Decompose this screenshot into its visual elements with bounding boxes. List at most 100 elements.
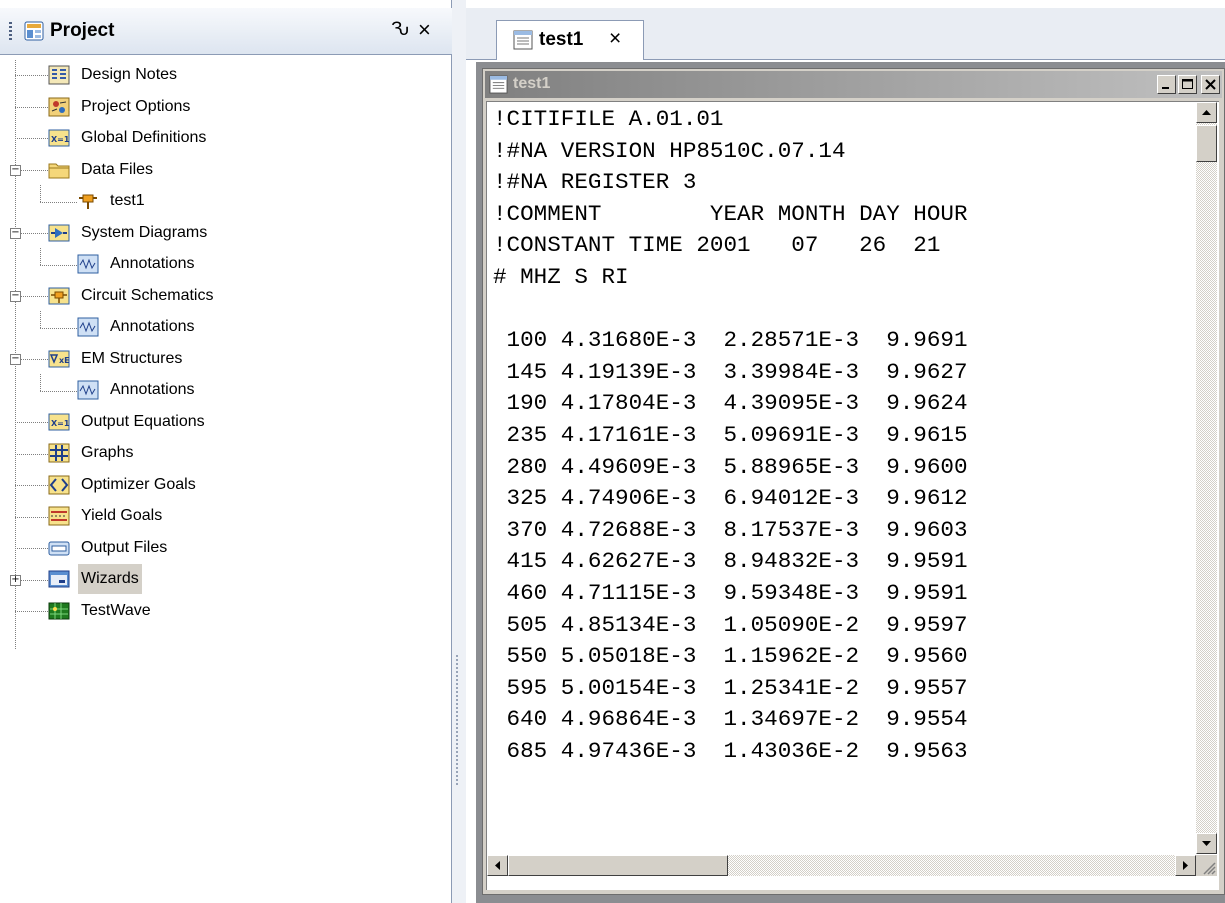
text-file-icon xyxy=(513,30,533,50)
svg-text:xE: xE xyxy=(59,356,70,365)
tree-item-label: TestWave xyxy=(81,602,151,619)
vertical-scrollbar[interactable] xyxy=(1196,102,1217,854)
text-line: !CONSTANT TIME 2001 07 26 21 xyxy=(493,232,941,259)
text-line: 505 4.85134E-3 1.05090E-2 9.9597 xyxy=(493,611,968,638)
tree-item-test1[interactable]: test1 xyxy=(77,186,148,216)
testwave-icon xyxy=(48,602,70,620)
text-line: 145 4.19139E-3 3.39984E-3 9.9627 xyxy=(493,358,968,385)
vertical-scroll-thumb[interactable] xyxy=(1196,125,1217,162)
text-line: !#NA REGISTER 3 xyxy=(493,169,697,196)
text-line: 640 4.96864E-3 1.34697E-2 9.9554 xyxy=(493,706,968,733)
project-tree: − − − − + Design Notes Project Options X… xyxy=(0,60,450,903)
circuit-schematic-icon xyxy=(48,287,70,305)
scroll-right-button[interactable] xyxy=(1175,855,1196,876)
document-window: test1 !CITIFILE A.01.01 !#NA VERSION HP85… xyxy=(482,68,1225,895)
tree-item-wizards[interactable]: Wizards xyxy=(48,564,142,594)
text-line: 415 4.62627E-3 8.94832E-3 9.9591 xyxy=(493,548,968,575)
horizontal-scrollbar[interactable] xyxy=(487,855,1196,876)
minimize-icon xyxy=(1162,87,1169,89)
document-tab-strip: test1 × xyxy=(466,8,1225,60)
text-line: !COMMENT YEAR MONTH DAY HOUR xyxy=(493,200,968,227)
wizards-icon xyxy=(48,570,70,588)
text-line: 460 4.71115E-3 9.59348E-3 9.9591 xyxy=(493,580,968,606)
tree-item-label: Output Files xyxy=(81,539,168,556)
tree-item-annotations-1[interactable]: Annotations xyxy=(77,249,198,279)
tree-item-label: Global Definitions xyxy=(81,129,207,146)
text-line: 280 4.49609E-3 5.88965E-3 9.9600 xyxy=(493,453,968,480)
pin-icon[interactable]: Ԅ xyxy=(391,19,409,41)
close-window-button[interactable] xyxy=(1201,75,1220,94)
tree-item-label: Wizards xyxy=(78,564,142,594)
tree-item-label: Output Equations xyxy=(81,413,205,430)
close-pane-icon[interactable]: × xyxy=(418,17,431,43)
global-definitions-icon: X=1 xyxy=(48,129,70,147)
scroll-up-button[interactable] xyxy=(1196,102,1217,123)
tree-item-global-definitions[interactable]: X=1 Global Definitions xyxy=(48,123,209,153)
scroll-down-button[interactable] xyxy=(1196,833,1217,854)
collapse-system-diagrams-button[interactable]: − xyxy=(10,228,21,239)
tree-item-label: Annotations xyxy=(110,381,195,398)
tree-item-project-options[interactable]: Project Options xyxy=(48,92,193,122)
maximize-button[interactable] xyxy=(1178,75,1197,94)
collapse-data-files-button[interactable]: − xyxy=(10,165,21,176)
text-line: 595 5.00154E-3 1.25341E-2 9.9557 xyxy=(493,674,968,701)
tree-item-label: Circuit Schematics xyxy=(81,287,214,304)
text-line: 370 4.72688E-3 8.17537E-3 9.9603 xyxy=(493,516,968,543)
annotations-icon xyxy=(77,254,99,274)
tree-item-design-notes[interactable]: Design Notes xyxy=(48,60,180,90)
tree-item-label: Data Files xyxy=(81,161,154,178)
system-diagram-icon xyxy=(48,224,70,242)
close-tab-icon[interactable]: × xyxy=(609,27,621,51)
tree-item-optimizer-goals[interactable]: Optimizer Goals xyxy=(48,470,199,500)
text-line: 550 5.05018E-3 1.15962E-2 9.9560 xyxy=(493,643,968,670)
text-line: 685 4.97436E-3 1.43036E-2 9.9563 xyxy=(493,738,968,764)
project-pane-title: Project xyxy=(50,20,115,41)
resize-grip[interactable] xyxy=(1196,855,1217,876)
tree-item-circuit-schematics[interactable]: Circuit Schematics xyxy=(48,281,216,311)
text-line: # MHZ S RI xyxy=(493,264,629,290)
annotations-icon xyxy=(77,380,99,400)
collapse-em-structures-button[interactable]: − xyxy=(10,354,21,365)
tree-item-annotations-3[interactable]: Annotations xyxy=(77,375,198,405)
tree-item-label: Annotations xyxy=(110,318,195,335)
tab-test1[interactable]: test1 × xyxy=(496,20,644,60)
window-title-bar[interactable]: test1 xyxy=(485,71,1222,98)
tab-label: test1 xyxy=(539,29,584,50)
minimize-button[interactable] xyxy=(1157,75,1176,94)
project-pane: Project Ԅ × − − − − + Design Notes Proje… xyxy=(0,0,452,903)
project-options-icon xyxy=(48,97,70,117)
arrow-down-icon xyxy=(1202,841,1211,846)
tree-item-yield-goals[interactable]: Yield Goals xyxy=(48,501,165,531)
text-line: !CITIFILE A.01.01 xyxy=(493,106,724,132)
pane-grip-handle[interactable] xyxy=(9,22,12,42)
splitter-grip xyxy=(456,655,458,785)
output-equations-icon: X=1 xyxy=(48,413,70,431)
output-files-icon xyxy=(48,541,70,556)
tree-item-label: EM Structures xyxy=(81,350,183,367)
annotations-icon xyxy=(77,317,99,337)
optimizer-goals-icon xyxy=(48,475,70,495)
collapse-circuit-schematics-button[interactable]: − xyxy=(10,291,21,302)
tree-item-testwave[interactable]: TestWave xyxy=(48,596,154,626)
arrow-left-icon xyxy=(495,861,500,870)
data-file-icon xyxy=(79,194,97,209)
horizontal-scroll-thumb[interactable] xyxy=(508,855,728,876)
tree-item-output-files[interactable]: Output Files xyxy=(48,533,170,563)
tree-item-graphs[interactable]: Graphs xyxy=(48,438,136,468)
text-line: !#NA VERSION HP8510C.07.14 xyxy=(493,137,846,164)
text-editor[interactable]: !CITIFILE A.01.01 !#NA VERSION HP8510C.07… xyxy=(486,101,1219,890)
pane-splitter[interactable] xyxy=(452,0,466,903)
maximize-icon xyxy=(1182,79,1193,89)
tree-item-label: Optimizer Goals xyxy=(81,476,196,493)
text-file-icon xyxy=(489,75,508,94)
tree-item-label: Graphs xyxy=(81,444,134,461)
expand-wizards-button[interactable]: + xyxy=(10,575,21,586)
tree-item-em-structures[interactable]: xE EM Structures xyxy=(48,344,185,374)
tree-item-output-equations[interactable]: X=1 Output Equations xyxy=(48,407,208,437)
tree-item-annotations-2[interactable]: Annotations xyxy=(77,312,198,342)
tree-item-data-files[interactable]: Data Files xyxy=(48,155,156,185)
svg-text:X=1: X=1 xyxy=(51,135,70,144)
text-line: 100 4.31680E-3 2.28571E-3 9.9691 xyxy=(493,327,968,354)
tree-item-system-diagrams[interactable]: System Diagrams xyxy=(48,218,210,248)
scroll-left-button[interactable] xyxy=(487,855,508,876)
